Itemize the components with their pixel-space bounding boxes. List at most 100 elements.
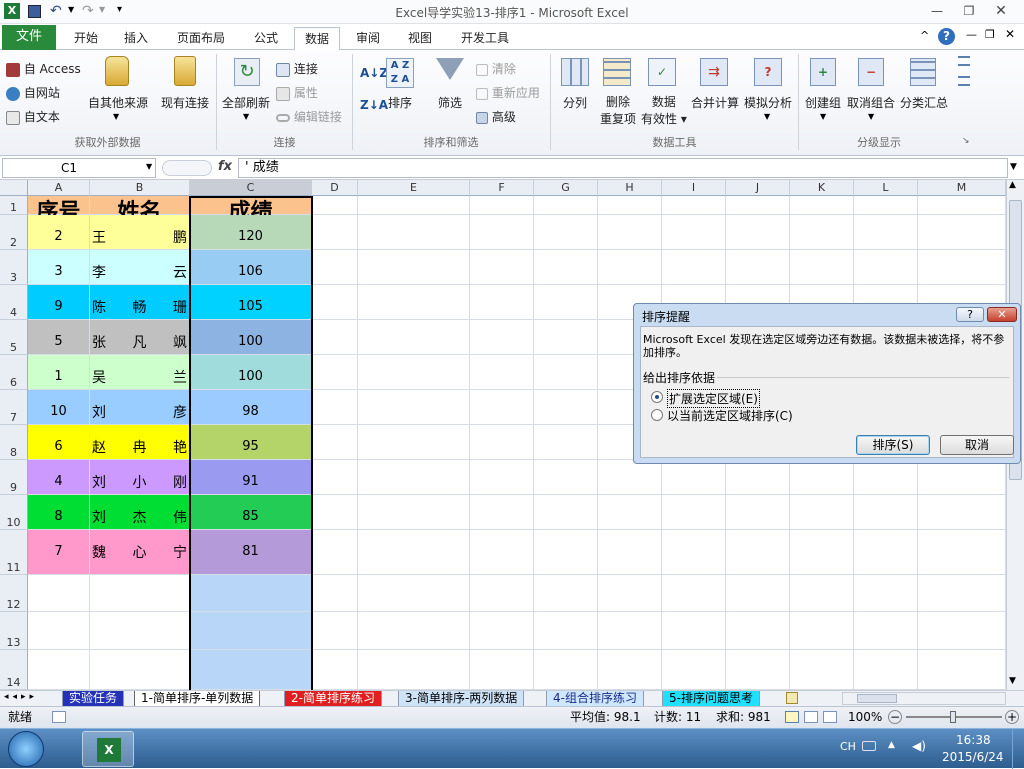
column-header[interactable]: I <box>662 180 726 196</box>
cell-score[interactable]: 100 <box>190 320 312 355</box>
row-header[interactable]: 11 <box>0 530 28 575</box>
row-header[interactable]: 10 <box>0 495 28 530</box>
grid-cell[interactable] <box>312 575 358 612</box>
column-header[interactable]: A <box>28 180 90 196</box>
column-header[interactable]: D <box>312 180 358 196</box>
grid-cell[interactable] <box>190 650 312 690</box>
close-button[interactable]: ✕ <box>988 2 1014 20</box>
from-access-button[interactable]: 自 Access <box>6 60 81 77</box>
grid-cell[interactable] <box>28 575 90 612</box>
grid-cell[interactable] <box>726 650 790 690</box>
grid-cell[interactable] <box>726 250 790 285</box>
grid-cell[interactable] <box>790 215 854 250</box>
grid-cell[interactable] <box>918 196 1006 215</box>
grid-cell[interactable] <box>312 285 358 320</box>
grid-cell[interactable] <box>854 612 918 650</box>
grid-cell[interactable] <box>470 650 534 690</box>
row-header[interactable]: 3 <box>0 250 28 285</box>
option-current-selection[interactable]: 以当前选定区域排序(C) <box>667 407 793 424</box>
grid-cell[interactable] <box>358 425 470 460</box>
radio-expand-selection[interactable] <box>651 391 663 403</box>
cell-name[interactable]: 王鹏 <box>90 215 190 250</box>
sheet-tab[interactable]: 4-组合排序练习 <box>546 691 644 707</box>
grid-cell[interactable] <box>662 215 726 250</box>
scroll-down-icon[interactable]: ▼ <box>1009 676 1016 686</box>
grid-cell[interactable] <box>534 530 598 575</box>
tab-review[interactable]: 审阅 <box>346 27 390 50</box>
grid-cell[interactable] <box>312 495 358 530</box>
grid-cell[interactable] <box>312 425 358 460</box>
cell-name[interactable]: 张凡飒 <box>90 320 190 355</box>
cell-score[interactable]: 98 <box>190 390 312 425</box>
grid-cell[interactable] <box>90 650 190 690</box>
sheet-tab[interactable]: 3-简单排序-两列数据 <box>398 691 525 707</box>
grid-cell[interactable] <box>854 196 918 215</box>
row-header[interactable]: 5 <box>0 320 28 355</box>
header-cell[interactable]: 成绩 <box>190 196 312 225</box>
cell-no[interactable]: 4 <box>28 460 90 495</box>
grid-cell[interactable] <box>598 250 662 285</box>
column-header[interactable]: J <box>726 180 790 196</box>
header-cell[interactable]: 姓名 <box>90 196 190 225</box>
cell-score[interactable]: 85 <box>190 495 312 530</box>
grid-cell[interactable] <box>598 575 662 612</box>
grid-cell[interactable] <box>358 575 470 612</box>
zoom-in-icon[interactable]: + <box>1005 710 1019 724</box>
grid-cell[interactable] <box>726 575 790 612</box>
what-if-button[interactable]: 模拟分析 <box>744 94 792 111</box>
grid-cell[interactable] <box>470 460 534 495</box>
sheet-tab-active[interactable]: 1-简单排序-单列数据 <box>134 691 261 707</box>
formula-bar-splitter[interactable] <box>162 160 212 176</box>
grid-cell[interactable] <box>358 355 470 390</box>
option-expand-selection[interactable]: 扩展选定区域(E) <box>667 389 760 408</box>
expand-formula-icon[interactable]: ▼ <box>1010 162 1017 172</box>
radio-current-selection[interactable] <box>651 409 663 421</box>
column-header[interactable]: M <box>918 180 1006 196</box>
group-button[interactable]: 创建组 <box>805 94 841 111</box>
grid-cell[interactable] <box>534 612 598 650</box>
grid-cell[interactable] <box>358 612 470 650</box>
column-header[interactable]: G <box>534 180 598 196</box>
consolidate-button[interactable]: 合并计算 <box>691 94 739 111</box>
grid-cell[interactable] <box>854 495 918 530</box>
sheet-tab[interactable]: 2-简单排序练习 <box>284 691 382 707</box>
doc-minimize-icon[interactable]: — <box>966 28 977 41</box>
dialog-launcher-icon[interactable]: ↘ <box>962 136 970 146</box>
formula-input[interactable]: ' 成绩 <box>238 158 1008 178</box>
grid-cell[interactable] <box>312 196 358 215</box>
reapply-button[interactable]: 重新应用 <box>476 84 540 101</box>
grid-cell[interactable] <box>534 250 598 285</box>
grid-cell[interactable] <box>358 390 470 425</box>
insert-sheet-icon[interactable] <box>786 692 798 704</box>
row-header[interactable]: 13 <box>0 612 28 650</box>
scroll-up-icon[interactable]: ▲ <box>1009 180 1016 190</box>
dialog-help-button[interactable]: ? <box>956 307 984 322</box>
grid-cell[interactable] <box>358 285 470 320</box>
tab-insert[interactable]: 插入 <box>114 27 158 50</box>
macro-record-icon[interactable] <box>52 711 66 723</box>
grid-cell[interactable] <box>90 612 190 650</box>
grid-cell[interactable] <box>726 530 790 575</box>
cell-no[interactable]: 8 <box>28 495 90 530</box>
cell-name[interactable]: 刘彦 <box>90 390 190 425</box>
sheet-nav-icons[interactable]: ◂◂▸▸ <box>4 692 38 702</box>
doc-close-icon[interactable]: ✕ <box>1005 27 1015 41</box>
cell-score[interactable]: 106 <box>190 250 312 285</box>
grid-cell[interactable] <box>918 460 1006 495</box>
grid-cell[interactable] <box>358 495 470 530</box>
cell-no[interactable]: 6 <box>28 425 90 460</box>
edit-links-button[interactable]: 编辑链接 <box>276 108 342 125</box>
cell-no[interactable]: 3 <box>28 250 90 285</box>
grid-cell[interactable] <box>470 390 534 425</box>
grid-cell[interactable] <box>28 650 90 690</box>
dialog-cancel-button[interactable]: 取消 <box>940 435 1014 455</box>
tab-file[interactable]: 文件 <box>2 25 56 50</box>
row-header[interactable]: 9 <box>0 460 28 495</box>
taskbar-excel-icon[interactable]: X <box>82 731 134 767</box>
cell-no[interactable]: 9 <box>28 285 90 320</box>
zoom-out-icon[interactable]: − <box>888 710 902 724</box>
start-button-icon[interactable] <box>8 731 44 767</box>
cell-score[interactable]: 105 <box>190 285 312 320</box>
cell-score[interactable]: 91 <box>190 460 312 495</box>
tab-home[interactable]: 开始 <box>64 27 108 50</box>
